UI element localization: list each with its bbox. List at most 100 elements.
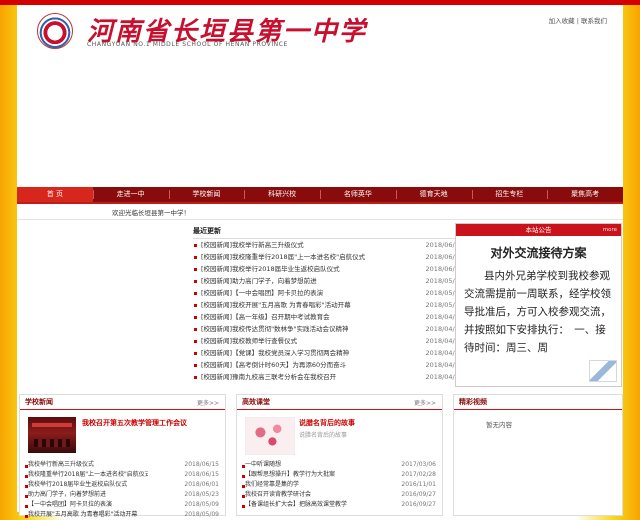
bullet-icon [194, 268, 197, 271]
topic-empty-text: 暂无内容 [486, 421, 512, 429]
news-row[interactable]: [校园新闻]我校传达贯彻"数林争"实践活动会议精神 2018/04/24 [193, 323, 463, 335]
news-title[interactable]: [校园新闻]【党课】我校党员深入学习贯彻两会精神 [201, 347, 349, 359]
news-row[interactable]: [校园新闻]助力高门学子，向着梦想前进 2018/05/23 [193, 275, 463, 287]
news-title[interactable]: 我校隆重举行2018届"上一本进名校"启航仪式 [28, 470, 148, 480]
news-row[interactable]: [校园新闻]【一中会唱团】阿卡贝拉的表演 2018/05/09 [193, 287, 463, 299]
news-title[interactable]: 助力高门学子，向着梦想前进 [28, 490, 106, 500]
news-row[interactable]: [校园新闻]我校隆重举行2018届"上一本进名校"启航仪式 2018/06/15 [193, 251, 463, 263]
nav-item-home[interactable]: 首 页 [17, 187, 93, 202]
classroom-photo[interactable] [245, 417, 295, 455]
news-row[interactable]: [校园新闻]我校举行新高三升级仪式 2018/06/15 [193, 239, 463, 251]
news-title[interactable]: [校园新闻]我校隆重举行2018届"上一本进名校"启航仪式 [201, 251, 365, 263]
classroom-title: 高效课堂 [242, 398, 270, 406]
latest-updates-list: [校园新闻]我校举行新高三升级仪式 2018/06/15 [校园新闻]我校隆重举行2… [193, 239, 463, 383]
school-news-list: 我校举行新高三升级仪式 2018/06/15 我校隆重举行2018届"上一本进名校"… [24, 460, 219, 520]
news-title[interactable]: [校园新闻]【高一年级】召开期中考试教育会 [201, 311, 330, 323]
topic-title: 精彩视频 [459, 398, 487, 406]
news-title[interactable]: [校园新闻]豫南九校高三联考分析会在我校召开 [201, 371, 336, 383]
news-title[interactable]: 我校举行新高三升级仪式 [28, 460, 94, 470]
divider [17, 219, 623, 220]
news-row[interactable]: [校园新闻]我校举行2018届毕业生返校启队仪式 2018/06/01 [193, 263, 463, 275]
news-row[interactable]: [校园新闻]【高一年级】召开期中考试教育会 2018/04/26 [193, 311, 463, 323]
news-row[interactable]: 我校召开读背教学研讨会 2016/09/27 [241, 490, 436, 500]
news-date: 2018/06/15 [184, 471, 219, 478]
school-news-more-link[interactable]: 更多>> [197, 398, 219, 407]
news-title[interactable]: [校园新闻]【一中会唱团】阿卡贝拉的表演 [201, 287, 323, 299]
classroom-header: 高效课堂 更多>> [237, 395, 442, 410]
school-news-box: 学校新闻 更多>> 我校召开第五次教学管理工作会议 我校举行新高三升级仪式 201… [19, 394, 226, 518]
nav-item-moral[interactable]: 德育天地 [395, 187, 472, 202]
news-row[interactable]: 【备课组长扩大会】把脉高效课堂教学 2016/09/27 [241, 500, 436, 510]
bullet-icon [194, 256, 197, 259]
news-row[interactable]: 【一中会唱团】阿卡贝拉的表演 2018/05/09 [24, 500, 219, 510]
topic-header: 精彩视频 [454, 395, 622, 410]
main-nav: 首 页 走进一中 学校新闻 科研兴校 名师英华 德育天地 招生专栏 聚焦高考 [17, 187, 623, 204]
notice-body: 县内外兄弟学校到我校参观交流需提前一周联系，经学校领导批准后，方可入校参观交流，… [464, 270, 611, 354]
notice-header-title: 本站公告 [525, 226, 552, 234]
school-news-title: 学校新闻 [25, 398, 53, 406]
add-favorite-link[interactable]: 加入收藏 [549, 17, 575, 25]
news-title[interactable]: 【一中会唱团】阿卡贝拉的表演 [28, 500, 112, 510]
classroom-feature-title[interactable]: 说腊名背后的故事 [299, 418, 355, 428]
news-row[interactable]: 我校隆重举行2018届"上一本进名校"启航仪式 2018/06/15 [24, 470, 219, 480]
contact-us-link[interactable]: 联系我们 [581, 17, 607, 25]
notice-more-link[interactable]: more [603, 224, 617, 236]
news-date: 2016/09/27 [401, 501, 436, 508]
news-title[interactable]: 我校召开读背教学研讨会 [245, 490, 311, 500]
news-row[interactable]: [校园新闻]【高考倒计时60天】为再添60分而奋斗 2018/04/09 [193, 359, 463, 371]
bullet-icon [194, 292, 197, 295]
school-news-header: 学校新闻 更多>> [20, 395, 225, 410]
news-row[interactable]: 一中听课随想 2017/03/06 [241, 460, 436, 470]
news-row[interactable]: 助力高门学子，向着梦想前进 2018/05/23 [24, 490, 219, 500]
bullet-icon [194, 376, 197, 379]
nav-item-school-news[interactable]: 学校新闻 [168, 187, 245, 202]
news-date: 2018/06/15 [184, 461, 219, 468]
news-row[interactable]: [校园新闻]豫南九校高三联考分析会在我校召开 2018/04/07 [193, 371, 463, 383]
news-date: 2018/05/23 [184, 491, 219, 498]
news-date: 2018/05/09 [184, 501, 219, 508]
bullet-icon [194, 352, 197, 355]
news-title[interactable]: [校园新闻]我校教师举行查餐仪式 [201, 335, 297, 347]
news-title[interactable]: 【备课组长扩大会】把脉高效课堂教学 [245, 500, 347, 510]
news-row[interactable]: 我们经常靠是集的学 2016/11/01 [241, 480, 436, 490]
bullet-icon [194, 340, 197, 343]
link-separator: | [576, 17, 579, 25]
news-row[interactable]: 【跟帮思想操升】教学行为大批案 2017/02/28 [241, 470, 436, 480]
page-container: 河南省长垣县第一中学 CHANGYUAN NO.1 MIDDLE SCHOOL … [17, 5, 623, 518]
news-date: 2017/03/06 [401, 461, 436, 468]
bullet-icon [194, 328, 197, 331]
classroom-box: 高效课堂 更多>> 说腊名背后的故事 说腊名背后的故事 一中听课随想 2017/0… [236, 394, 443, 516]
latest-updates-title: 最近更新 [193, 226, 463, 239]
nav-item-gaokao[interactable]: 聚焦高考 [547, 187, 623, 202]
news-title[interactable]: 我校举行2018届毕业生返校启队仪式 [28, 480, 127, 490]
news-title[interactable]: 一中听课随想 [245, 460, 281, 470]
news-row[interactable]: [校园新闻]【党课】我校党员深入学习贯彻两会精神 2018/04/17 [193, 347, 463, 359]
news-row[interactable]: [校园新闻]我校教师举行查餐仪式 2018/04/24 [193, 335, 463, 347]
nav-item-research[interactable]: 科研兴校 [244, 187, 320, 202]
school-logo-icon[interactable] [37, 13, 73, 49]
news-title[interactable]: [校园新闻]我校举行2018届毕业生返校启队仪式 [201, 263, 340, 275]
news-title[interactable]: [校园新闻]我校开展"五月高歌 为青春唱彩"活动开幕 [201, 299, 351, 311]
bullet-icon [194, 280, 197, 283]
news-title[interactable]: [校园新闻]助力高门学子，向着梦想前进 [201, 275, 317, 287]
news-date: 2017/02/28 [401, 471, 436, 478]
notice-title[interactable]: 对外交流接待方案 [456, 244, 621, 261]
news-row[interactable]: 我校举行2018届毕业生返校启队仪式 2018/06/01 [24, 480, 219, 490]
news-title[interactable]: 我们经常靠是集的学 [245, 480, 299, 490]
classroom-more-link[interactable]: 更多>> [414, 398, 436, 407]
news-title[interactable]: [校园新闻]【高考倒计时60天】为再添60分而奋斗 [201, 359, 346, 371]
news-title[interactable]: [校园新闻]我校传达贯彻"数林争"实践活动会议精神 [201, 323, 349, 335]
school-news-feature-title[interactable]: 我校召开第五次教学管理工作会议 [82, 418, 187, 428]
news-date: 2016/09/27 [401, 491, 436, 498]
nav-item-admission[interactable]: 招生专栏 [471, 187, 548, 202]
nav-item-about[interactable]: 走进一中 [92, 187, 169, 202]
news-row[interactable]: 我校举行新高三升级仪式 2018/06/15 [24, 460, 219, 470]
classroom-feature-subtitle: 说腊名背后的故事 [299, 432, 348, 439]
news-title[interactable]: 【跟帮思想操升】教学行为大批案 [245, 470, 335, 480]
school-news-photo[interactable] [28, 417, 76, 453]
welcome-marquee: 欢迎光临长垣县第一中学！ [112, 209, 190, 217]
news-title[interactable]: [校园新闻]我校举行新高三升级仪式 [201, 239, 304, 251]
news-row[interactable]: [校园新闻]我校开展"五月高歌 为青春唱彩"活动开幕 2018/05/09 [193, 299, 463, 311]
nav-item-teachers[interactable]: 名师英华 [320, 187, 396, 202]
news-date: 2018/06/01 [184, 481, 219, 488]
